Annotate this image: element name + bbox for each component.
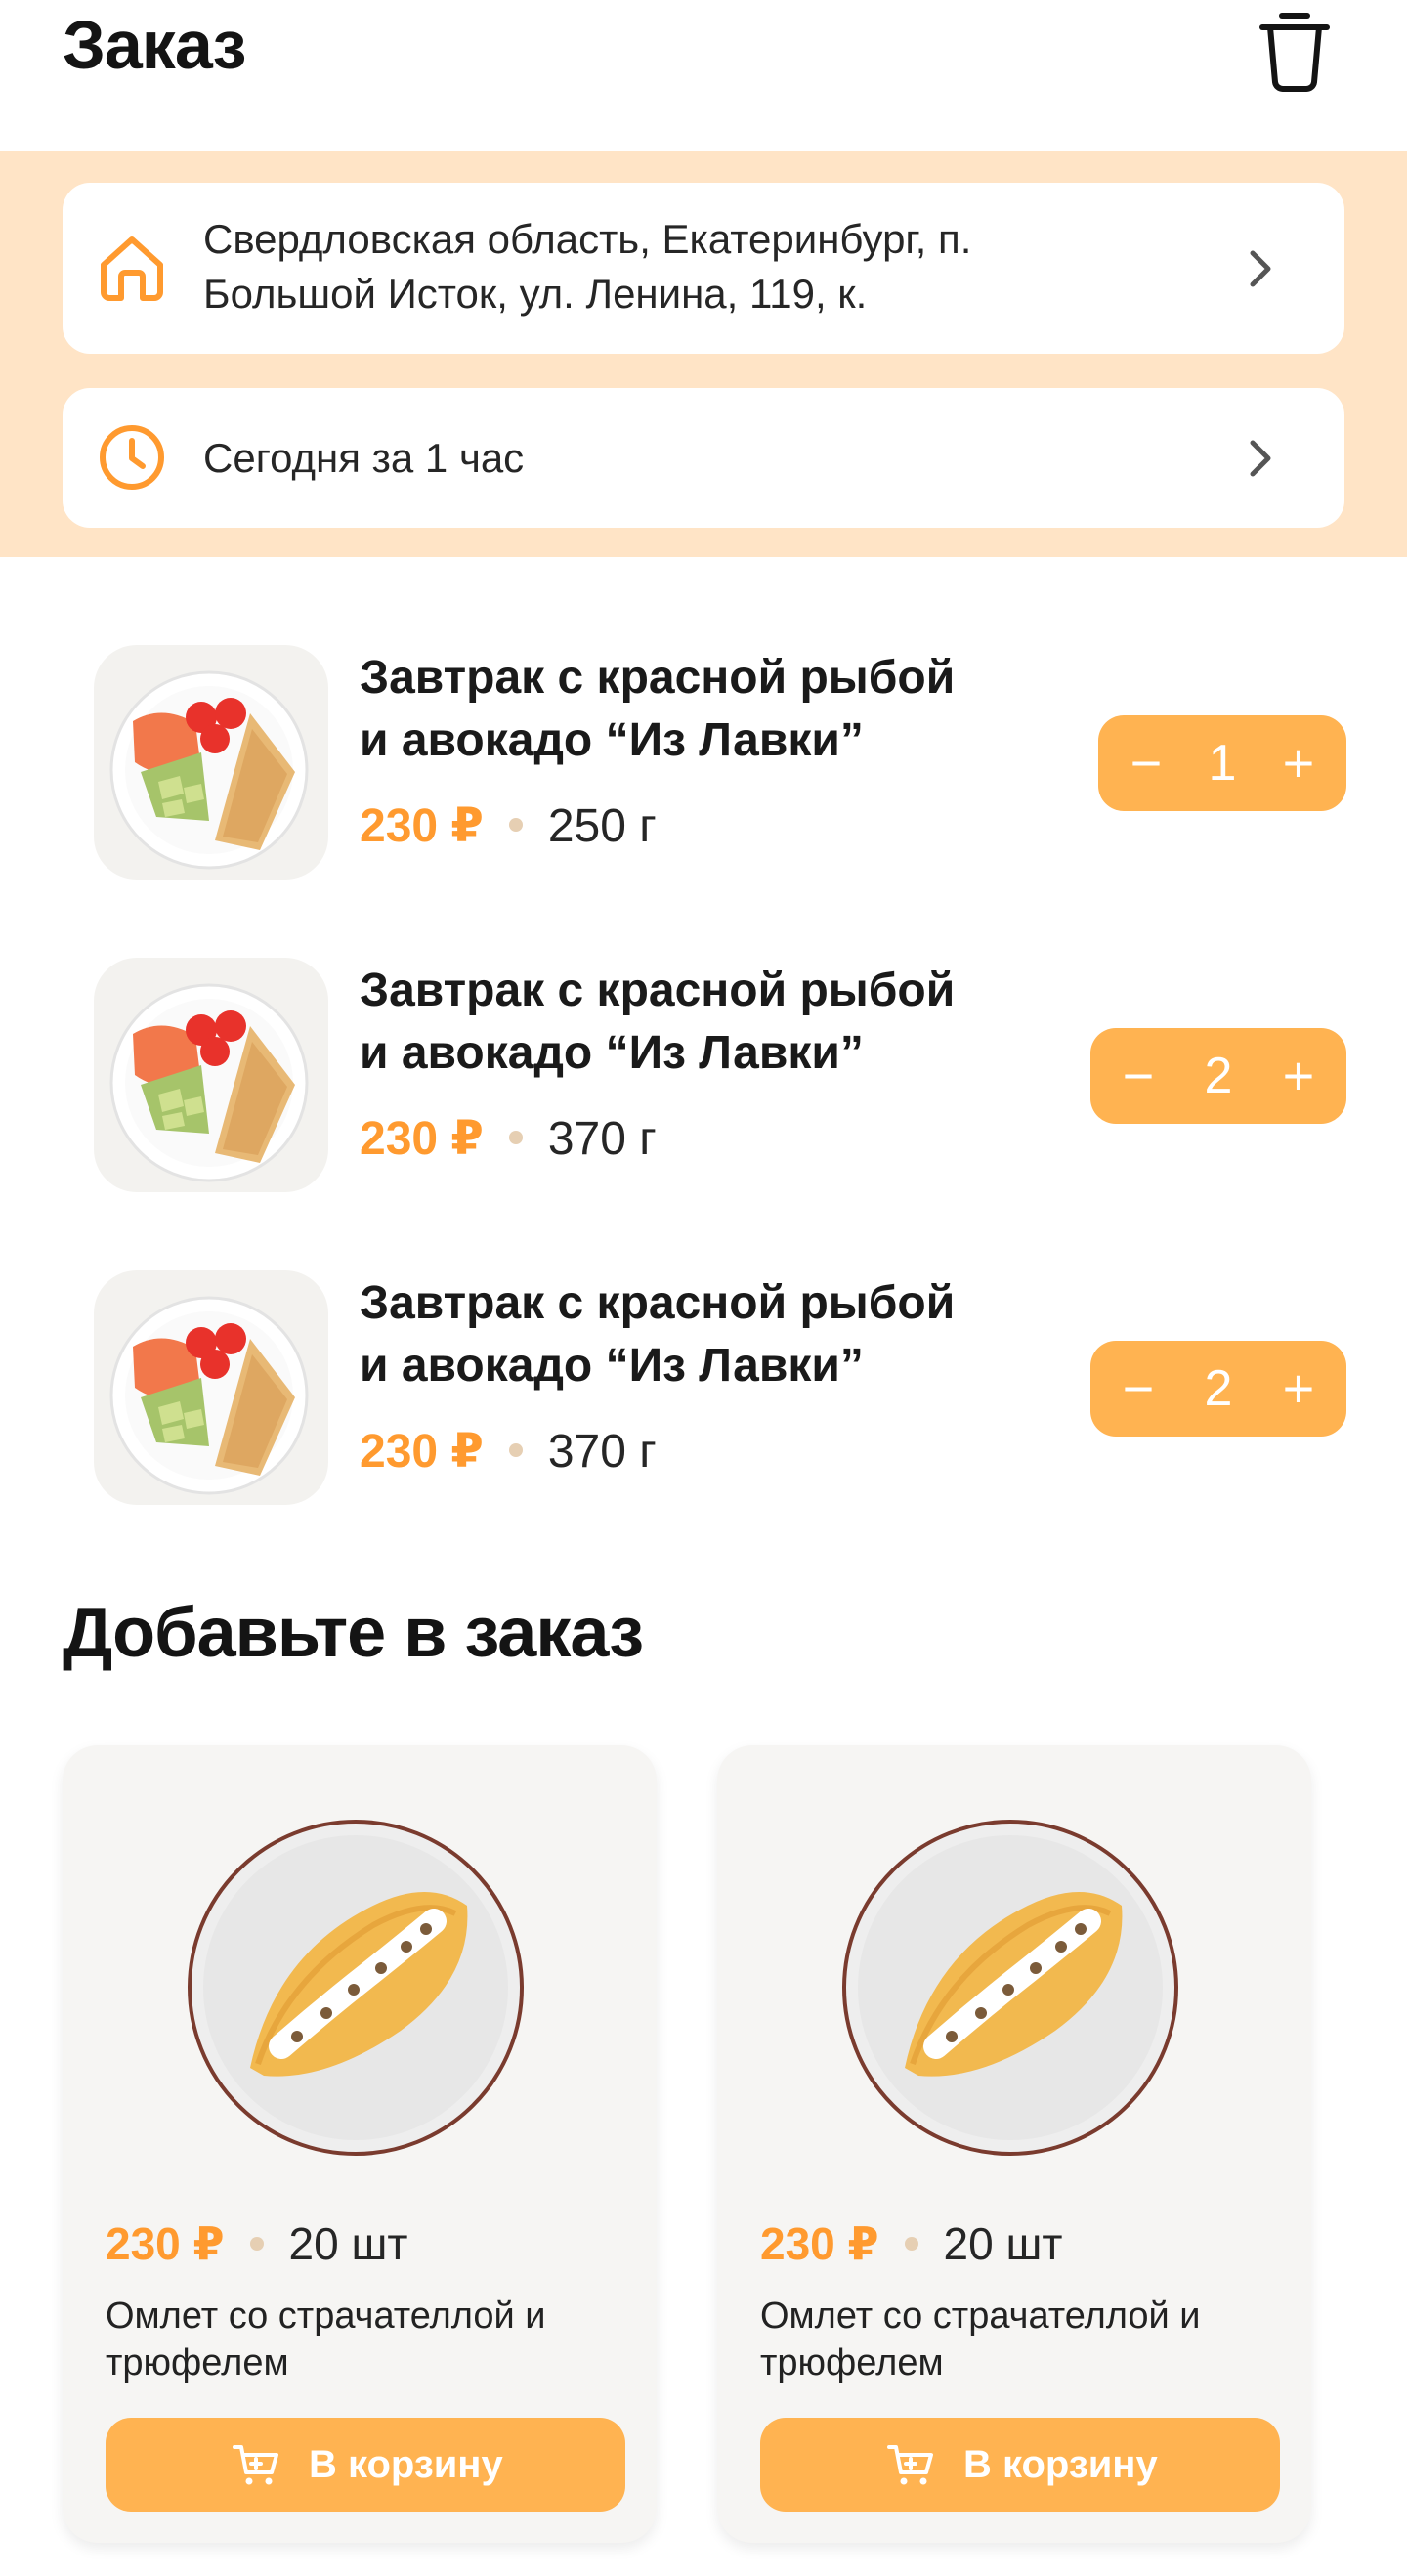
item-weight: 370 г — [547, 1426, 657, 1478]
cart-icon — [887, 2445, 933, 2485]
order-item: Завтрак с красной рыбой и авокадо “Из Ла… — [94, 958, 1346, 1192]
delivery-info: Свердловская область, Екатеринбург, п. Б… — [0, 151, 1407, 557]
product-name-line-1: Омлет со страчателлой и — [106, 2296, 546, 2337]
clock-icon — [100, 425, 164, 490]
product-image — [842, 1820, 1178, 2156]
item-name-line-2: и авокадо “Из Лавки” — [360, 1340, 864, 1392]
product-card[interactable]: 230 ₽ 20 шт Омлет со страчателлой и трюфе… — [63, 1745, 657, 2543]
quantity-stepper: − 2 + — [1090, 1341, 1346, 1437]
product-image — [188, 1820, 524, 2156]
plus-button[interactable]: + — [1251, 715, 1346, 811]
item-name-line-1: Завтрак с красной рыбой — [360, 965, 956, 1016]
product-price: 230 ₽ — [106, 2218, 225, 2269]
plus-button[interactable]: + — [1251, 1341, 1346, 1437]
plus-button[interactable]: + — [1251, 1028, 1346, 1124]
separator-dot — [508, 1131, 523, 1145]
chevron-right-icon — [1250, 250, 1271, 287]
item-weight: 370 г — [547, 1113, 657, 1165]
order-item: Завтрак с красной рыбой и авокадо “Из Ла… — [94, 645, 1346, 880]
item-price: 230 ₽ — [360, 1426, 484, 1478]
quantity-stepper: − 2 + — [1090, 1028, 1346, 1124]
product-image — [94, 958, 328, 1192]
minus-button[interactable]: − — [1098, 715, 1194, 811]
product-name-line-2: трюфелем — [106, 2342, 289, 2383]
separator-dot — [508, 818, 523, 833]
item-name-line-2: и авокадо “Из Лавки” — [360, 1027, 864, 1079]
item-name-line-2: и авокадо “Из Лавки” — [360, 714, 864, 766]
quantity-stepper: − 1 + — [1098, 715, 1346, 811]
product-amount: 20 шт — [943, 2218, 1063, 2269]
add-to-cart-button[interactable]: В корзину — [760, 2418, 1280, 2512]
item-price: 230 ₽ — [360, 800, 484, 852]
item-name-line-1: Завтрак с красной рыбой — [360, 1277, 956, 1329]
add-to-cart-label: В корзину — [309, 2443, 503, 2486]
cart-icon — [233, 2445, 278, 2485]
product-name-line-1: Омлет со страчателлой и — [760, 2296, 1201, 2337]
minus-button[interactable]: − — [1090, 1028, 1186, 1124]
address-selector[interactable]: Свердловская область, Екатеринбург, п. Б… — [63, 183, 1344, 354]
separator-dot — [249, 2236, 264, 2251]
delivery-time: Сегодня за 1 час — [203, 435, 525, 481]
header: Заказ — [0, 0, 1407, 151]
quantity-value: 1 — [1208, 735, 1237, 792]
address-line-1: Свердловская область, Екатеринбург, п. — [203, 216, 972, 262]
add-to-cart-button[interactable]: В корзину — [106, 2418, 625, 2512]
add-to-cart-label: В корзину — [963, 2443, 1158, 2486]
item-price: 230 ₽ — [360, 1113, 484, 1165]
separator-dot — [904, 2236, 918, 2251]
delivery-time-selector[interactable]: Сегодня за 1 час — [63, 388, 1344, 528]
page-title: Заказ — [63, 7, 246, 83]
section-title: Добавьте в заказ — [63, 1594, 644, 1672]
product-amount: 20 шт — [288, 2218, 408, 2269]
home-icon — [101, 236, 163, 301]
item-weight: 250 г — [547, 800, 657, 852]
order-item: Завтрак с красной рыбой и авокадо “Из Ла… — [94, 1270, 1346, 1505]
product-card[interactable]: 230 ₽ 20 шт Омлет со страчателлой и трюфе… — [717, 1745, 1311, 2543]
quantity-value: 2 — [1204, 1360, 1233, 1417]
address-line-2: Большой Исток, ул. Ленина, 119, к. — [203, 271, 868, 317]
separator-dot — [508, 1443, 523, 1458]
minus-button[interactable]: − — [1090, 1341, 1186, 1437]
chevron-right-icon — [1250, 440, 1271, 477]
quantity-value: 2 — [1204, 1048, 1233, 1104]
item-name-line-1: Завтрак с красной рыбой — [360, 652, 956, 704]
product-price: 230 ₽ — [760, 2218, 879, 2269]
trash-icon[interactable] — [1257, 8, 1333, 92]
product-image — [94, 1270, 328, 1505]
product-image — [94, 645, 328, 880]
product-name-line-2: трюфелем — [760, 2342, 944, 2383]
